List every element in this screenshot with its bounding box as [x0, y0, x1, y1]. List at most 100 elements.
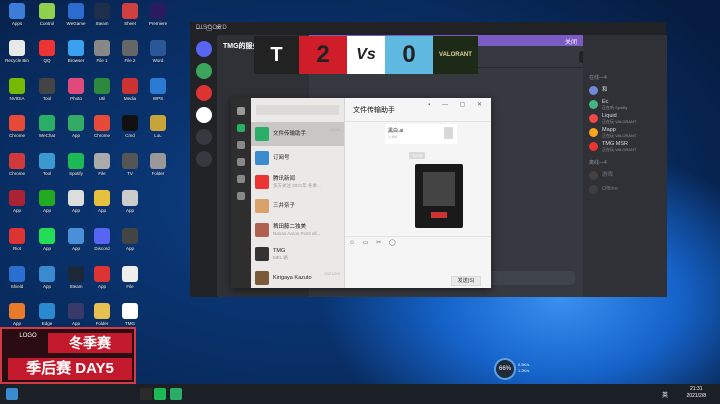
- member-item[interactable]: Liquid 正在玩 VALORANT: [583, 111, 667, 125]
- conversation-item[interactable]: 订阅号: [251, 146, 344, 170]
- desktop-icon[interactable]: Discord: [88, 228, 116, 256]
- app-icon: [94, 78, 110, 94]
- desktop-icon[interactable]: App: [3, 190, 31, 218]
- desktop-icon[interactable]: Control: [33, 3, 61, 31]
- app-icon: [122, 266, 138, 282]
- desktop-icon[interactable]: Tool: [33, 153, 61, 181]
- conversation-item[interactable]: 文件传输助手 21:31: [251, 122, 344, 146]
- app-icon: [150, 153, 166, 169]
- taskbar-app-wechat[interactable]: [170, 388, 182, 400]
- desktop-icon[interactable]: File 1: [88, 40, 116, 68]
- avatar[interactable]: [237, 107, 245, 115]
- desktop-icon[interactable]: App: [88, 266, 116, 294]
- image-message[interactable]: [415, 164, 463, 228]
- desktop-icon[interactable]: File 2: [116, 40, 144, 68]
- desktop-icon[interactable]: Steam: [88, 3, 116, 31]
- desktop-icon[interactable]: QQ: [33, 40, 61, 68]
- conversation-preview: Nanao Aaron Point all...: [273, 230, 321, 236]
- explore-icon[interactable]: [196, 151, 212, 167]
- discord-title-bar[interactable]: DISCORD — ▢ ✕: [191, 23, 665, 35]
- taskbar-app-1[interactable]: [140, 388, 152, 400]
- desktop-icon[interactable]: NVIDIA: [3, 78, 31, 106]
- contacts-icon[interactable]: [237, 141, 245, 149]
- add-server-icon[interactable]: [196, 129, 212, 145]
- app-icon: [150, 78, 166, 94]
- server-icon-2[interactable]: [196, 85, 212, 101]
- app-icon: [39, 266, 55, 282]
- desktop-icon[interactable]: TV: [116, 153, 144, 181]
- conversation-item[interactable]: 稗田藤二独美 Nanao Aaron Point all...: [251, 218, 344, 242]
- desktop-icon[interactable]: Cmd: [116, 115, 144, 143]
- desktop-icon[interactable]: WeChat: [33, 115, 61, 143]
- send-button[interactable]: 发送(S): [451, 276, 481, 286]
- member-item[interactable]: Ec 正在听 Spotify: [583, 97, 667, 111]
- desktop-icon[interactable]: Riot: [3, 228, 31, 256]
- desktop-icon[interactable]: App: [116, 190, 144, 218]
- member-item[interactable]: TMG MSR 正在玩 VALORANT: [583, 139, 667, 153]
- desktop-icon[interactable]: App: [62, 190, 90, 218]
- desktop-icon[interactable]: LoL: [144, 115, 172, 143]
- desktop-icon[interactable]: Shield: [3, 266, 31, 294]
- desktop-icon[interactable]: Word: [144, 40, 172, 68]
- member-item[interactable]: Mapp 正在玩 VALORANT: [583, 125, 667, 139]
- desktop-icon[interactable]: App: [116, 228, 144, 256]
- desktop-icon[interactable]: Premiere: [144, 3, 172, 31]
- conversation-item[interactable]: 三井奈子: [251, 194, 344, 218]
- desktop-icon[interactable]: Chrome: [3, 153, 31, 181]
- chat-toolbar[interactable]: ☺ ▭ ✂ ◯: [345, 236, 491, 248]
- clock[interactable]: 21:31 2021/2/8: [687, 386, 706, 400]
- member-item[interactable]: 和: [583, 83, 667, 97]
- taskbar-app-spotify[interactable]: [154, 388, 166, 400]
- desktop-icon[interactable]: File: [88, 153, 116, 181]
- app-icon: [150, 3, 166, 19]
- conversation-item[interactable]: Kirigaya Kazuto 2021/2/4: [251, 266, 344, 290]
- desktop-icon[interactable]: Chrome: [3, 115, 31, 143]
- desktop-icon[interactable]: Sheet: [116, 3, 144, 31]
- desktop-icon[interactable]: Photo: [62, 78, 90, 106]
- home-icon[interactable]: [196, 41, 212, 57]
- desktop-icon[interactable]: App: [33, 190, 61, 218]
- desktop-icon[interactable]: File: [116, 266, 144, 294]
- desktop-icon[interactable]: Chrome: [88, 115, 116, 143]
- conversation-item[interactable]: TMG MEL 路: [251, 242, 344, 266]
- speed-gauge[interactable]: 66%: [494, 358, 516, 380]
- desktop-icon[interactable]: App: [88, 190, 116, 218]
- desktop-icon-label: WeGame: [66, 21, 86, 26]
- desktop-icon[interactable]: WeGame: [62, 3, 90, 31]
- desktop-icon[interactable]: Recycle Bin: [3, 40, 31, 68]
- desktop-icon[interactable]: Apps: [3, 3, 31, 31]
- net-speed: 0.5K/s 1.2K/s: [518, 362, 530, 373]
- desktop-icon-label: App: [71, 208, 80, 213]
- member-item[interactable]: 游戏: [583, 168, 667, 182]
- desktop-icon[interactable]: App: [62, 115, 90, 143]
- discord-window-controls[interactable]: — ▢ ✕: [196, 24, 661, 32]
- desktop-icon[interactable]: Folder: [144, 153, 172, 181]
- desktop-icon[interactable]: WPS: [144, 78, 172, 106]
- conversation-item[interactable]: 腾讯新闻 多方关注 2021年 冬季...: [251, 170, 344, 194]
- server-icon-tmg[interactable]: [196, 63, 212, 79]
- desktop-icon[interactable]: App: [33, 266, 61, 294]
- desktop-icon[interactable]: Spotify: [62, 153, 90, 181]
- server-icon-3[interactable]: [196, 107, 212, 123]
- moments-icon[interactable]: [237, 192, 245, 200]
- desktop-icon[interactable]: Tool: [33, 78, 61, 106]
- file-message[interactable]: 黑白.ai 1.4M: [385, 124, 457, 144]
- desktop-icon[interactable]: Steam: [62, 266, 90, 294]
- chat-icon[interactable]: [237, 124, 245, 132]
- ime-indicator[interactable]: 英: [662, 390, 668, 399]
- desktop-icon[interactable]: Util: [88, 78, 116, 106]
- desktop-icon-label: WPS: [152, 96, 164, 101]
- favorites-icon[interactable]: [237, 158, 245, 166]
- folder-icon[interactable]: [237, 175, 245, 183]
- wechat-window-controls[interactable]: ▪ — ▢ ✕: [428, 101, 487, 108]
- wechat-search[interactable]: [251, 98, 344, 122]
- start-icon[interactable]: [6, 388, 18, 400]
- desktop-icon[interactable]: App: [33, 228, 61, 256]
- wechat-window[interactable]: 文件传输助手 21:31 订阅号 腾讯新闻 多方关注 2021年 冬季... 三井奈子 稗田…: [231, 98, 491, 288]
- member-item[interactable]: Offline: [583, 182, 667, 196]
- desktop-icon[interactable]: Browser: [62, 40, 90, 68]
- desktop-icon[interactable]: App: [62, 228, 90, 256]
- app-icon: [39, 115, 55, 131]
- banner-close[interactable]: 关闭: [565, 37, 577, 46]
- desktop-icon[interactable]: Media: [116, 78, 144, 106]
